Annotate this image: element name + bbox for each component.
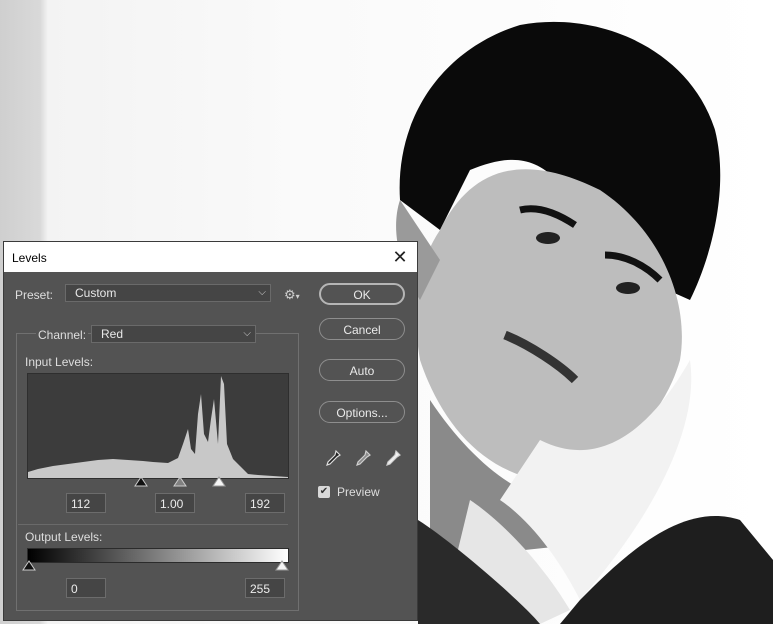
- output-white-slider-handle[interactable]: [275, 560, 289, 572]
- input-gamma-slider-handle[interactable]: [173, 476, 187, 488]
- input-white-slider-handle[interactable]: [212, 476, 226, 488]
- gear-icon[interactable]: ⚙▾: [284, 287, 300, 303]
- input-black-field[interactable]: 112: [66, 493, 106, 513]
- input-white-field[interactable]: 192: [245, 493, 285, 513]
- chevron-down-icon: ⌵: [243, 328, 251, 339]
- input-levels-label: Input Levels:: [25, 355, 94, 369]
- preview-checkbox[interactable]: ✔: [318, 486, 330, 498]
- levels-dialog: Levels ✕ Preset: Custom ⌵ ⚙▾ OK Cancel A…: [3, 241, 418, 621]
- output-black-field[interactable]: 0: [66, 578, 106, 598]
- options-button[interactable]: Options...: [319, 401, 405, 423]
- output-levels-label: Output Levels:: [25, 530, 103, 544]
- channel-value: Red: [101, 327, 124, 341]
- histogram-graph: [28, 376, 288, 478]
- dialog-titlebar: Levels ✕: [4, 242, 417, 272]
- preset-value: Custom: [75, 286, 117, 300]
- dialog-title: Levels: [12, 251, 47, 265]
- black-point-eyedropper-icon[interactable]: [324, 449, 342, 467]
- group-separator: [18, 524, 288, 525]
- auto-button[interactable]: Auto: [319, 359, 405, 381]
- cancel-button[interactable]: Cancel: [319, 318, 405, 340]
- chevron-down-icon: ⌵: [258, 287, 266, 298]
- output-gradient-bar: [27, 548, 289, 563]
- input-gamma-field[interactable]: 1.00: [155, 493, 195, 513]
- output-white-field[interactable]: 255: [245, 578, 285, 598]
- histogram: [27, 373, 289, 479]
- white-point-eyedropper-icon[interactable]: [384, 449, 402, 467]
- ok-button[interactable]: OK: [319, 283, 405, 305]
- channel-label: Channel:: [36, 328, 89, 342]
- checkmark-icon: ✔: [319, 486, 329, 497]
- gray-point-eyedropper-icon[interactable]: [354, 449, 372, 467]
- preset-dropdown[interactable]: Custom ⌵: [65, 284, 271, 302]
- channel-dropdown[interactable]: Red ⌵: [91, 325, 256, 343]
- input-black-slider-handle[interactable]: [134, 476, 148, 488]
- close-icon[interactable]: ✕: [389, 246, 411, 268]
- preset-label: Preset:: [15, 288, 54, 302]
- preview-label: Preview: [337, 485, 380, 499]
- output-black-slider-handle[interactable]: [22, 560, 36, 572]
